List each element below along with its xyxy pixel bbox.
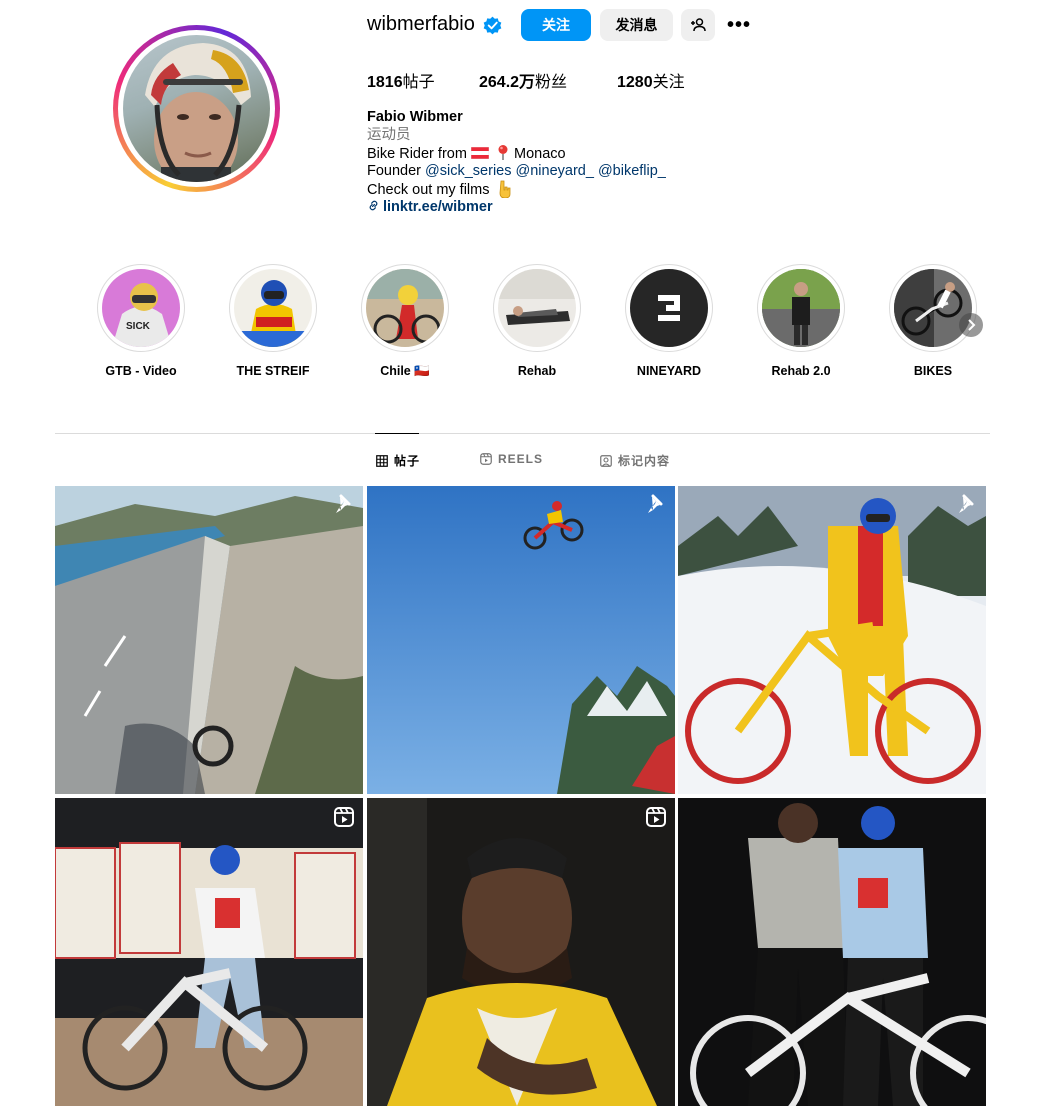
pinned-icon xyxy=(648,494,663,513)
tab-tagged[interactable]: 标记内容 xyxy=(600,452,670,469)
highlight-chile[interactable]: Chile 🇨🇱 xyxy=(345,264,465,379)
post-tile[interactable] xyxy=(367,486,675,794)
highlight-label: NINEYARD xyxy=(636,364,702,378)
post-image xyxy=(367,486,675,794)
mention-link[interactable]: @bikeflip_ xyxy=(598,163,666,179)
reel-icon xyxy=(646,807,666,827)
bio-external-link[interactable]: linktr.ee/wibmer xyxy=(367,198,493,216)
followers-count[interactable]: 264.2万粉丝 xyxy=(479,68,567,92)
verified-badge-icon xyxy=(483,16,502,35)
post-tile[interactable] xyxy=(55,798,363,1106)
highlight-cover xyxy=(498,269,576,347)
highlight-nineyard[interactable]: NINEYARD xyxy=(609,264,729,378)
tab-reels[interactable]: REELS xyxy=(480,452,543,466)
highlight-cover xyxy=(894,269,972,347)
bio-line: Bike Rider from Monaco xyxy=(367,145,566,162)
highlight-label: BIKES xyxy=(913,364,953,378)
profile-display-name: Fabio Wibmer xyxy=(367,109,463,125)
profile-category: 运动员 xyxy=(367,127,411,143)
post-tile[interactable] xyxy=(367,798,675,1106)
avatar-photo xyxy=(123,35,270,182)
austria-flag-icon xyxy=(470,146,490,160)
section-divider xyxy=(55,433,990,434)
post-image xyxy=(678,486,986,794)
follow-button[interactable]: 关注 xyxy=(521,9,591,41)
posts-count: 1816帖子 xyxy=(367,74,435,91)
highlights-next-button[interactable] xyxy=(959,313,983,337)
post-image xyxy=(367,798,675,1106)
highlight-cover xyxy=(234,269,312,347)
tab-posts[interactable]: 帖子 xyxy=(376,452,420,469)
svg-text:SICK: SICK xyxy=(126,321,151,332)
post-image xyxy=(678,798,986,1106)
highlight-label: Rehab 2.0 xyxy=(771,364,831,378)
message-button[interactable]: 发消息 xyxy=(600,9,673,41)
highlight-label: Rehab xyxy=(517,364,557,378)
post-tile[interactable] xyxy=(678,798,986,1106)
suggested-accounts-button[interactable] xyxy=(681,9,715,41)
pinned-icon xyxy=(959,494,974,513)
mention-link[interactable]: @nineyard_ xyxy=(516,163,594,179)
highlight-rehab[interactable]: Rehab xyxy=(477,264,597,378)
highlight-the-streif[interactable]: THE STREIF xyxy=(213,264,333,378)
highlight-cover xyxy=(366,269,444,347)
highlight-cover xyxy=(762,269,840,347)
profile-avatar[interactable] xyxy=(113,25,280,192)
following-count[interactable]: 1280关注 xyxy=(617,68,685,92)
pinned-icon xyxy=(336,494,351,513)
post-image xyxy=(55,798,363,1106)
location-pin-icon xyxy=(498,145,508,160)
pointing-down-icon xyxy=(499,180,510,199)
tagged-icon xyxy=(600,454,612,467)
chevron-right-icon xyxy=(968,319,976,331)
reel-icon xyxy=(334,807,354,827)
post-image xyxy=(55,486,363,794)
highlight-cover xyxy=(630,269,708,347)
highlight-label: GTB - Video xyxy=(105,364,177,378)
reels-icon xyxy=(480,453,492,465)
grid-icon xyxy=(376,454,388,467)
highlight-gtb-video[interactable]: SICK GTB - Video xyxy=(81,264,201,378)
bio-line: Check out my films xyxy=(367,180,512,199)
highlight-label: Chile 🇨🇱 xyxy=(380,364,430,378)
highlight-cover: SICK xyxy=(102,269,180,347)
highlight-label: THE STREIF xyxy=(236,364,310,378)
mention-link[interactable]: @sick_series xyxy=(425,163,511,179)
bio-line: Founder @sick_series @nineyard_ @bikefli… xyxy=(367,163,666,179)
highlight-rehab-2[interactable]: Rehab 2.0 xyxy=(741,264,861,378)
add-person-icon xyxy=(691,18,706,32)
active-tab-indicator xyxy=(375,433,419,434)
profile-username: wibmerfabio xyxy=(367,13,475,35)
link-icon xyxy=(369,200,378,211)
more-options-button[interactable]: ••• xyxy=(725,9,753,41)
post-tile[interactable] xyxy=(678,486,986,794)
post-tile[interactable] xyxy=(55,486,363,794)
